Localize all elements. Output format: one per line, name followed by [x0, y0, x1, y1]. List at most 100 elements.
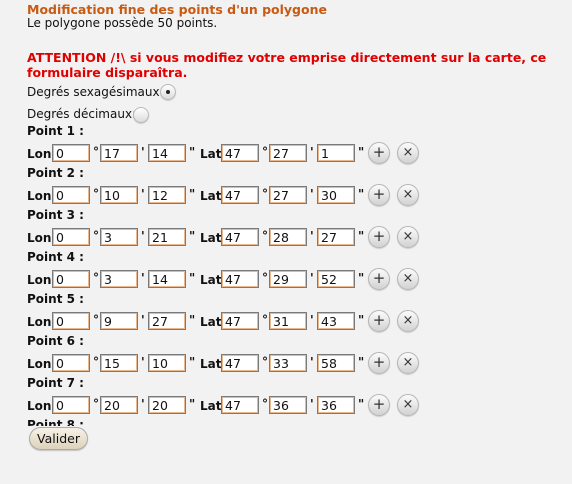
remove-point-button[interactable]: × — [397, 142, 419, 164]
point-group: Point 8 : — [0, 418, 572, 426]
lon-degrees-input[interactable] — [52, 228, 90, 246]
add-point-button[interactable]: + — [368, 352, 390, 374]
lon-seconds-input[interactable] — [148, 312, 186, 330]
sec-symbol: " — [358, 397, 365, 411]
lat-label: Lat — [200, 315, 222, 329]
lon-label: Lon — [27, 273, 52, 287]
lat-minutes-input[interactable] — [269, 354, 307, 372]
deg-symbol: ° — [93, 145, 99, 159]
lat-degrees-input[interactable] — [221, 270, 259, 288]
deg-symbol: ° — [93, 355, 99, 369]
lon-minutes-input[interactable] — [100, 270, 138, 288]
deg-symbol: ° — [93, 397, 99, 411]
lon-degrees-input[interactable] — [52, 270, 90, 288]
lon-label: Lon — [27, 315, 52, 329]
lon-degrees-input[interactable] — [52, 354, 90, 372]
point-group: Point 6 :LonLat°'"°'"+× — [0, 334, 572, 376]
radio-sexagesimal[interactable] — [160, 84, 176, 100]
add-point-button[interactable]: + — [368, 310, 390, 332]
lat-degrees-input[interactable] — [221, 228, 259, 246]
point-group: Point 5 :LonLat°'"°'"+× — [0, 292, 572, 334]
lat-seconds-input[interactable] — [317, 270, 355, 288]
min-symbol: ' — [310, 229, 314, 243]
min-symbol: ' — [310, 355, 314, 369]
lon-seconds-input[interactable] — [148, 354, 186, 372]
validate-button[interactable]: Valider — [29, 427, 88, 450]
deg-symbol: ° — [93, 313, 99, 327]
sec-symbol: " — [189, 313, 196, 327]
lon-degrees-input[interactable] — [52, 186, 90, 204]
min-symbol: ' — [141, 229, 145, 243]
lon-label: Lon — [27, 147, 52, 161]
min-symbol: ' — [310, 397, 314, 411]
lon-minutes-input[interactable] — [100, 228, 138, 246]
lat-seconds-input[interactable] — [317, 312, 355, 330]
deg-symbol: ° — [262, 187, 268, 201]
add-point-button[interactable]: + — [368, 184, 390, 206]
remove-point-button[interactable]: × — [397, 268, 419, 290]
deg-symbol: ° — [93, 229, 99, 243]
remove-point-button[interactable]: × — [397, 310, 419, 332]
deg-symbol: ° — [262, 145, 268, 159]
lon-degrees-input[interactable] — [52, 144, 90, 162]
lat-seconds-input[interactable] — [317, 186, 355, 204]
lat-degrees-input[interactable] — [221, 312, 259, 330]
min-symbol: ' — [141, 271, 145, 285]
lat-minutes-input[interactable] — [269, 228, 307, 246]
add-point-button[interactable]: + — [368, 268, 390, 290]
lat-minutes-input[interactable] — [269, 312, 307, 330]
lat-seconds-input[interactable] — [317, 228, 355, 246]
point-label: Point 1 : — [27, 124, 84, 138]
lon-label: Lon — [27, 231, 52, 245]
lon-degrees-input[interactable] — [52, 312, 90, 330]
add-point-button[interactable]: + — [368, 394, 390, 416]
lat-minutes-input[interactable] — [269, 186, 307, 204]
sec-symbol: " — [358, 187, 365, 201]
sec-symbol: " — [358, 229, 365, 243]
lon-seconds-input[interactable] — [148, 186, 186, 204]
lat-seconds-input[interactable] — [317, 354, 355, 372]
sec-symbol: " — [358, 145, 365, 159]
lat-minutes-input[interactable] — [269, 270, 307, 288]
add-point-button[interactable]: + — [368, 226, 390, 248]
remove-point-button[interactable]: × — [397, 226, 419, 248]
point-label: Point 3 : — [27, 208, 84, 222]
lon-seconds-input[interactable] — [148, 228, 186, 246]
lon-minutes-input[interactable] — [100, 354, 138, 372]
lat-minutes-input[interactable] — [269, 396, 307, 414]
sec-symbol: " — [189, 397, 196, 411]
deg-symbol: ° — [93, 271, 99, 285]
lat-degrees-input[interactable] — [221, 354, 259, 372]
add-point-button[interactable]: + — [368, 142, 390, 164]
lon-minutes-input[interactable] — [100, 144, 138, 162]
coordinate-row: LonLat°'"°'"+× — [0, 352, 572, 376]
lat-degrees-input[interactable] — [221, 186, 259, 204]
lon-degrees-input[interactable] — [52, 396, 90, 414]
point-label: Point 6 : — [27, 334, 84, 348]
lon-seconds-input[interactable] — [148, 396, 186, 414]
coordinate-row: LonLat°'"°'"+× — [0, 394, 572, 418]
deg-symbol: ° — [93, 187, 99, 201]
point-label: Point 2 : — [27, 166, 84, 180]
remove-point-button[interactable]: × — [397, 394, 419, 416]
min-symbol: ' — [310, 187, 314, 201]
min-symbol: ' — [141, 397, 145, 411]
point-group: Point 2 :LonLat°'"°'"+× — [0, 166, 572, 208]
min-symbol: ' — [141, 187, 145, 201]
radio-decimal[interactable] — [133, 107, 149, 123]
lon-minutes-input[interactable] — [100, 312, 138, 330]
lon-seconds-input[interactable] — [148, 270, 186, 288]
lat-seconds-input[interactable] — [317, 396, 355, 414]
coordinate-row: LonLat°'"°'"+× — [0, 226, 572, 250]
lat-label: Lat — [200, 231, 222, 245]
point-group: Point 4 :LonLat°'"°'"+× — [0, 250, 572, 292]
lat-seconds-input[interactable] — [317, 144, 355, 162]
remove-point-button[interactable]: × — [397, 352, 419, 374]
lon-seconds-input[interactable] — [148, 144, 186, 162]
lat-degrees-input[interactable] — [221, 396, 259, 414]
remove-point-button[interactable]: × — [397, 184, 419, 206]
lat-minutes-input[interactable] — [269, 144, 307, 162]
lat-degrees-input[interactable] — [221, 144, 259, 162]
lon-minutes-input[interactable] — [100, 186, 138, 204]
lon-minutes-input[interactable] — [100, 396, 138, 414]
